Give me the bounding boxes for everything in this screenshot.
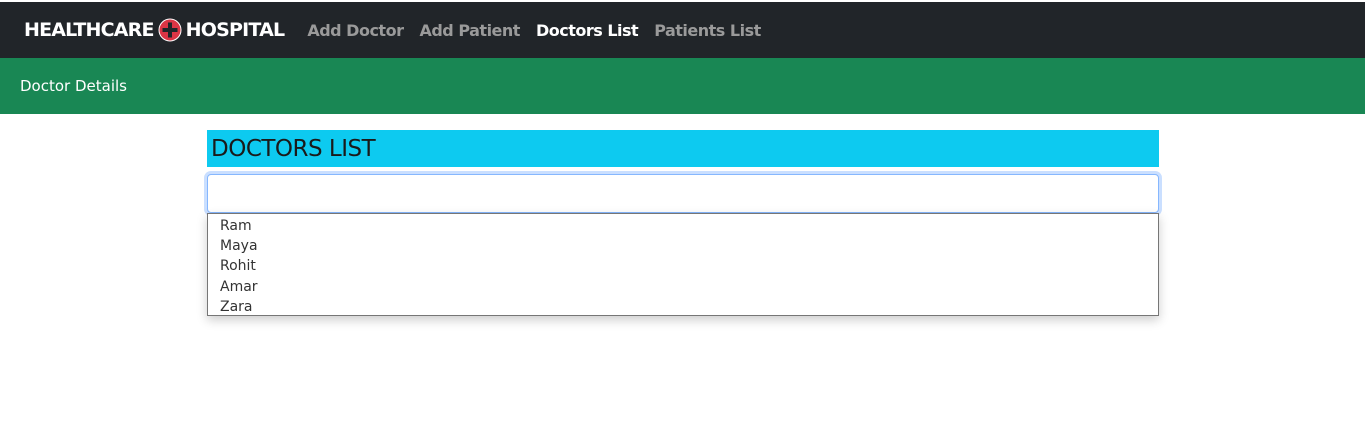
top-navbar: HEALTHCARE HOSPITAL Add Doctor Add Patie… [0,2,1365,58]
nav-doctors-list[interactable]: Doctors List [536,21,639,40]
dropdown-option[interactable]: Ram [208,216,1158,236]
dropdown-option[interactable]: Amar [208,277,1158,297]
brand-logo[interactable]: HEALTHCARE HOSPITAL [24,18,285,42]
doctor-search-input[interactable] [207,174,1159,213]
dropdown-option[interactable]: Maya [208,236,1158,256]
brand-name-right: HOSPITAL [185,19,285,41]
medical-cross-icon [158,18,182,42]
nav-add-patient[interactable]: Add Patient [419,21,520,40]
page-heading-bar: DOCTORS LIST [207,130,1159,167]
nav-patients-list[interactable]: Patients List [654,21,761,40]
section-header-bar: Doctor Details [0,58,1365,114]
doctor-suggestion-dropdown: Ram Maya Rohit Amar Zara [207,213,1159,316]
dropdown-option[interactable]: Rohit [208,256,1158,276]
nav-links: Add Doctor Add Patient Doctors List Pati… [298,21,767,40]
nav-add-doctor[interactable]: Add Doctor [307,21,404,40]
page-title: DOCTORS LIST [211,135,376,162]
dropdown-option[interactable]: Zara [208,297,1158,317]
brand-name-left: HEALTHCARE [24,19,154,41]
section-title: Doctor Details [20,77,127,95]
